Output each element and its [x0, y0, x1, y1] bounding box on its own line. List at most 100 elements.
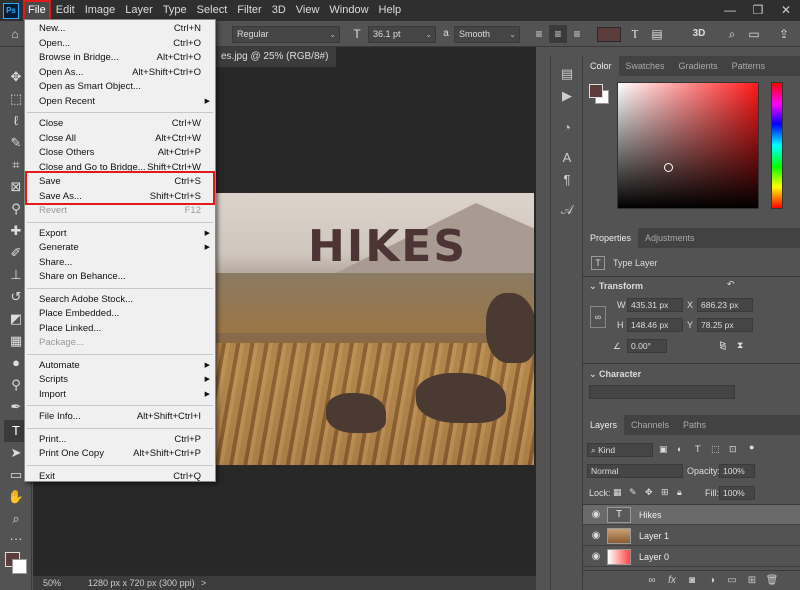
tab-properties[interactable]: Properties — [583, 228, 639, 248]
opacity-field[interactable]: 100% — [719, 464, 755, 478]
menu-edit[interactable]: Edit — [51, 0, 80, 21]
home-icon[interactable]: ⌂ — [6, 25, 24, 43]
fx-icon[interactable]: fx — [665, 574, 679, 588]
lock-artboard-icon[interactable]: ⊞ — [661, 487, 669, 498]
layer-name[interactable]: Hikes — [639, 505, 662, 525]
menu-item-open-recent[interactable]: Open Recent ▶ — [25, 95, 215, 109]
status-arrow-icon[interactable]: > — [201, 576, 206, 590]
tab-patterns[interactable]: Patterns — [725, 56, 773, 76]
link-dimensions-icon[interactable]: ∞ — [590, 306, 606, 328]
font-style-select[interactable]: Regular ⌄ — [232, 26, 340, 43]
play-actions-icon[interactable]: ▶ — [557, 86, 577, 106]
zoom-level[interactable]: 50% — [43, 576, 61, 590]
font-family-select[interactable] — [589, 385, 735, 399]
menu-item-file-info[interactable]: File Info... Alt+Shift+Ctrl+I — [25, 410, 215, 424]
menu-item-close-all[interactable]: Close All Alt+Ctrl+W — [25, 132, 215, 146]
character-panel-icon[interactable]: ▤ — [648, 25, 666, 43]
filter-pixel-icon[interactable]: ▣ — [659, 444, 668, 455]
menu-item-new[interactable]: New... Ctrl+N — [25, 22, 215, 36]
antialias-select[interactable]: Smooth ⌄ — [454, 26, 520, 43]
history-panel-icon[interactable]: ▤ — [557, 64, 577, 84]
menu-item-print-one-copy[interactable]: Print One Copy Alt+Shift+Ctrl+P — [25, 447, 215, 461]
menu-item-scripts[interactable]: Scripts ▶ — [25, 373, 215, 387]
menu-item-place-embedded[interactable]: Place Embedded... — [25, 307, 215, 321]
tab-swatches[interactable]: Swatches — [619, 56, 672, 76]
height-field[interactable]: 148.46 px — [627, 318, 683, 332]
menu-file[interactable]: File — [23, 0, 51, 21]
font-size-select[interactable]: 36.1 pt ⌄ — [368, 26, 436, 43]
menu-filter[interactable]: Filter — [232, 0, 266, 21]
fill-field[interactable]: 100% — [719, 486, 755, 500]
menu-item-open-as-smart-object[interactable]: Open as Smart Object... — [25, 80, 215, 94]
more-tools-icon[interactable]: ··· — [4, 528, 28, 550]
character-section-title[interactable]: ⌄ Character — [589, 369, 641, 380]
menu-item-share-on-behance[interactable]: Share on Behance... — [25, 270, 215, 284]
y-position-field[interactable]: 78.25 px — [697, 318, 753, 332]
document-tab[interactable]: es.jpg @ 25% (RGB/8#) — [213, 47, 337, 67]
tab-color[interactable]: Color — [583, 56, 619, 76]
angle-field[interactable]: 0.00° — [627, 339, 667, 353]
brushes-panel-icon[interactable]: ◔ — [557, 118, 577, 138]
x-position-field[interactable]: 686.23 px — [697, 298, 753, 312]
group-icon[interactable]: ▭ — [725, 574, 739, 588]
lock-position-icon[interactable]: ✥ — [645, 487, 653, 498]
tab-layers[interactable]: Layers — [583, 415, 625, 435]
menu-item-place-linked[interactable]: Place Linked... — [25, 322, 215, 336]
trash-icon[interactable]: 🗑︎ — [765, 574, 779, 588]
transform-section-title[interactable]: ⌄ Transform — [589, 281, 643, 292]
filter-toggle-icon[interactable]: ● — [749, 442, 754, 452]
tab-paths[interactable]: Paths — [676, 415, 713, 435]
color-picker-cursor[interactable] — [664, 163, 673, 172]
canvas-image[interactable]: HIKES — [216, 193, 534, 465]
lock-transparent-icon[interactable]: ▦ — [613, 487, 622, 498]
layer-name[interactable]: Layer 0 — [639, 547, 669, 567]
tab-channels[interactable]: Channels — [624, 415, 676, 435]
foreground-background-colors[interactable] — [5, 552, 27, 574]
menu-type[interactable]: Type — [158, 0, 192, 21]
glyphs-icon[interactable]: 𝒜 — [557, 200, 577, 220]
color-picker-field[interactable] — [617, 82, 759, 209]
menu-3d[interactable]: 3D — [267, 0, 291, 21]
layer-filter-select[interactable]: ⌕ Kind — [587, 443, 653, 457]
workspace-icon[interactable]: ▭ — [745, 25, 763, 43]
warp-text-icon[interactable]: Ⲧ — [626, 25, 644, 43]
minimize-icon[interactable]: — — [716, 0, 744, 21]
character-icon[interactable]: A — [557, 148, 577, 168]
layer-name[interactable]: Layer 1 — [639, 526, 669, 546]
background-color-swatch[interactable] — [12, 559, 27, 574]
menu-item-search-adobe-stock[interactable]: Search Adobe Stock... — [25, 293, 215, 307]
width-field[interactable]: 435.31 px — [627, 298, 683, 312]
menu-select[interactable]: Select — [192, 0, 233, 21]
filter-shape-icon[interactable]: ⬚ — [711, 444, 720, 455]
mask-icon[interactable]: ◙ — [685, 574, 699, 588]
eye-icon[interactable]: ◉ — [589, 550, 603, 564]
filter-adjustment-icon[interactable]: ◐ — [677, 444, 682, 454]
lock-image-icon[interactable]: ✎ — [629, 487, 637, 498]
document-info[interactable]: 1280 px x 720 px (300 ppi) — [88, 576, 195, 590]
foreground-color-chip[interactable] — [589, 84, 603, 98]
menu-window[interactable]: Window — [324, 0, 373, 21]
tab-adjustments[interactable]: Adjustments — [638, 228, 702, 248]
paragraph-icon[interactable]: ¶ — [557, 170, 577, 190]
layer-row[interactable]: ◉ T Hikes — [583, 505, 800, 525]
align-right-icon[interactable]: ≡ — [568, 25, 586, 43]
3d-icon[interactable]: 3D — [690, 25, 708, 43]
menu-help[interactable]: Help — [374, 0, 407, 21]
menu-image[interactable]: Image — [80, 0, 121, 21]
reset-transform-icon[interactable]: ↶ — [727, 279, 735, 290]
flip-vertical-icon[interactable]: ⧗ — [737, 340, 743, 351]
menu-item-browse-in-bridge[interactable]: Browse in Bridge... Alt+Ctrl+O — [25, 51, 215, 65]
align-left-icon[interactable]: ≡ — [530, 25, 548, 43]
zoom-tool-icon[interactable]: ⌕ — [4, 508, 28, 530]
eye-icon[interactable]: ◉ — [589, 529, 603, 543]
adjustment-icon[interactable]: ◑ — [705, 574, 719, 588]
menu-item-import[interactable]: Import ▶ — [25, 388, 215, 402]
layer-row[interactable]: ◉ Layer 0 — [583, 547, 800, 567]
hand-tool-icon[interactable]: ✋ — [4, 486, 28, 508]
hue-slider[interactable] — [771, 82, 783, 209]
search-icon[interactable]: ⌕ — [723, 25, 741, 43]
eye-icon[interactable]: ◉ — [589, 508, 603, 522]
share-icon[interactable]: ⇪ — [775, 25, 793, 43]
menu-item-generate[interactable]: Generate ▶ — [25, 241, 215, 255]
menu-layer[interactable]: Layer — [120, 0, 158, 21]
